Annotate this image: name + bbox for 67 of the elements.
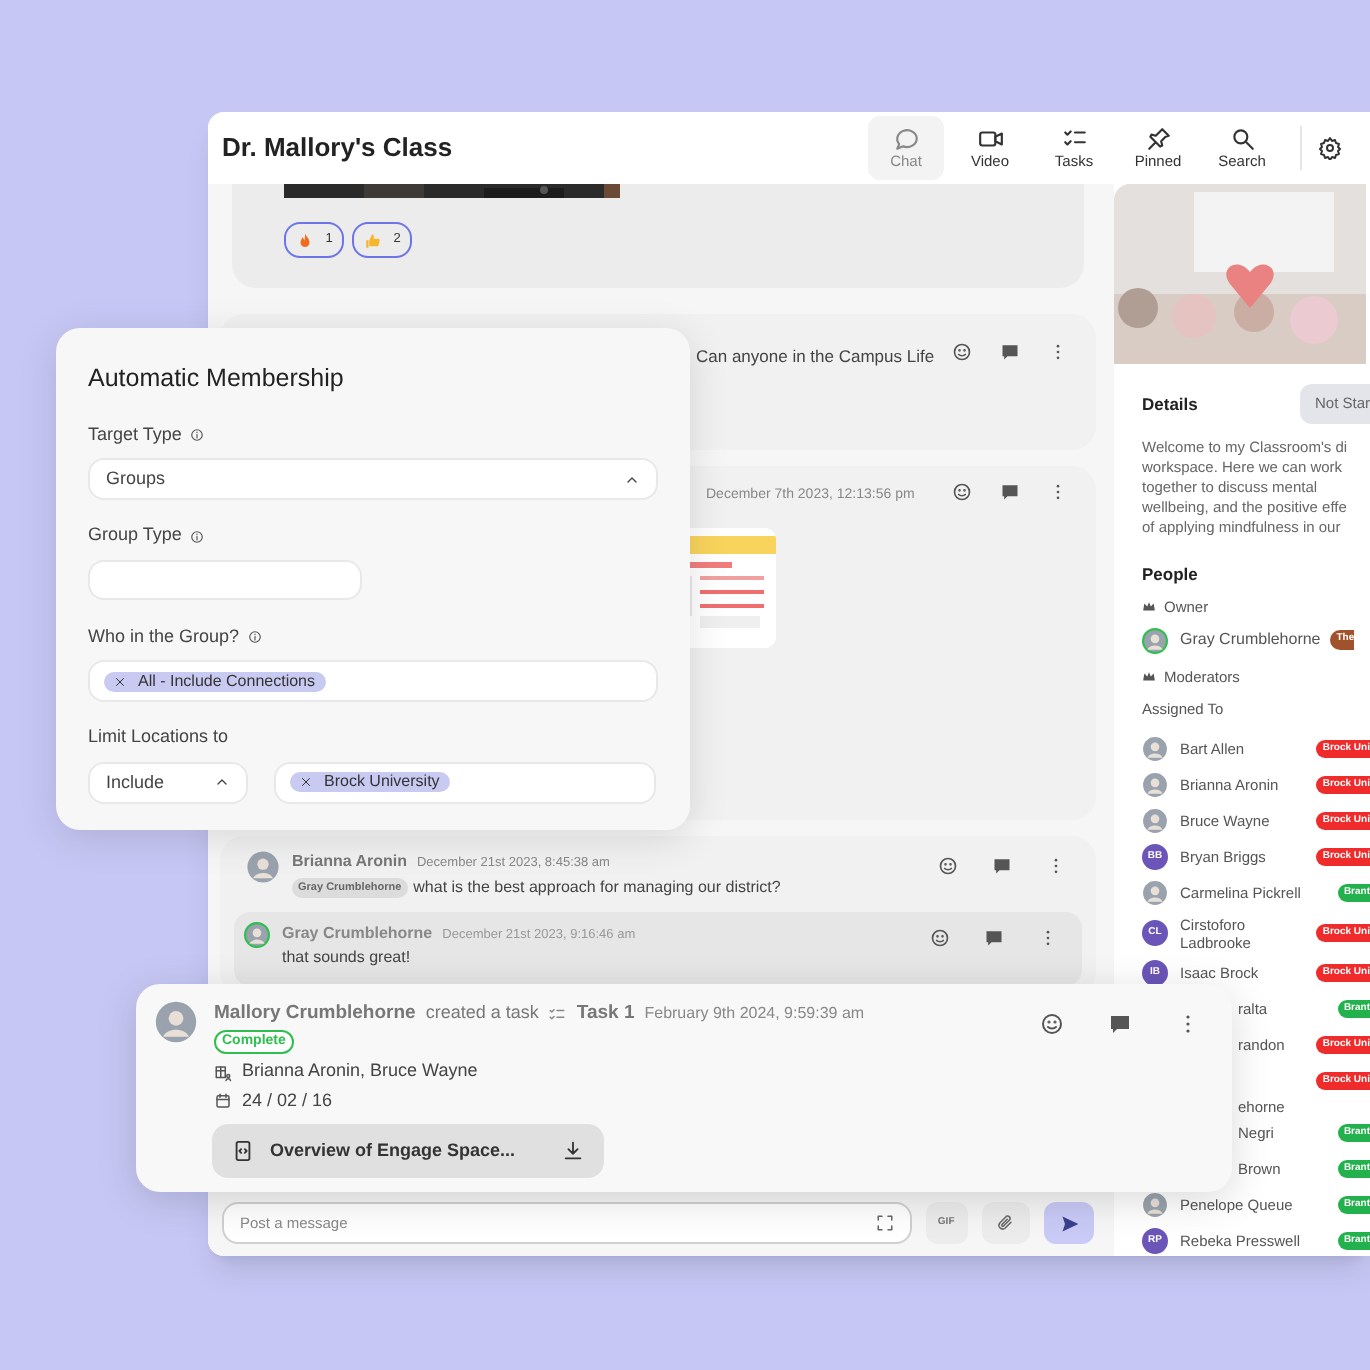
crown-icon xyxy=(1142,670,1156,685)
section-heading: People xyxy=(1142,562,1200,588)
video-icon xyxy=(977,126,1003,153)
avatar xyxy=(154,1000,198,1044)
author-name: Mallory Crumblehorne xyxy=(214,1000,416,1028)
people-icon xyxy=(214,1063,232,1081)
avatar xyxy=(1142,1192,1168,1218)
task-name: Task 1 xyxy=(576,1000,635,1028)
select-field[interactable]: Include xyxy=(88,761,248,804)
selected-tag[interactable]: All - Include Connections xyxy=(104,671,325,692)
assignee-list: Brianna Aronin, Bruce Wayne xyxy=(242,1058,478,1086)
send-button[interactable] xyxy=(1044,1202,1094,1244)
avatar xyxy=(1142,627,1168,653)
thumbs-up-icon xyxy=(363,231,382,249)
settings-icon[interactable] xyxy=(1318,136,1342,160)
field-label: Limit Locations to xyxy=(88,724,229,751)
comment-icon[interactable] xyxy=(984,928,1004,948)
emoji-icon[interactable] xyxy=(952,342,972,362)
remove-icon xyxy=(300,776,312,789)
comment-icon[interactable] xyxy=(1000,342,1020,362)
section-heading: Details xyxy=(1142,391,1198,417)
flame-icon xyxy=(295,231,314,249)
download-icon xyxy=(562,1140,584,1163)
avatar xyxy=(1142,880,1168,906)
expand-icon xyxy=(875,1214,894,1232)
comment-icon[interactable] xyxy=(1108,1012,1132,1036)
avatar xyxy=(246,850,280,884)
remove-icon xyxy=(114,675,126,688)
field-label: Group Type xyxy=(88,522,182,549)
comment-icon[interactable] xyxy=(992,856,1012,876)
author-name: Brianna Aronin xyxy=(292,850,407,874)
dialog-title: Automatic Membership xyxy=(88,362,346,396)
message-text: what is the best approach for managing our district? xyxy=(413,876,781,900)
emoji-icon[interactable] xyxy=(952,482,972,502)
tag-field[interactable]: All - Include Connections xyxy=(88,660,658,703)
window-title: Dr. Mallory's Class xyxy=(222,130,453,167)
field-label: Who in the Group? xyxy=(88,623,240,650)
author-name: Gray Crumblehorne xyxy=(282,922,433,946)
checklist-icon xyxy=(548,1005,567,1024)
crown-icon xyxy=(1142,599,1156,614)
search-icon xyxy=(1229,126,1255,153)
attach-button[interactable] xyxy=(981,1202,1031,1244)
chat-icon xyxy=(893,126,919,153)
file-button[interactable]: Overview of Engage Space... xyxy=(212,1124,604,1179)
calendar-icon xyxy=(214,1092,232,1110)
code-file-icon xyxy=(232,1140,254,1163)
message-text: that sounds great! xyxy=(282,946,413,970)
avatar xyxy=(244,922,270,948)
emoji-icon[interactable] xyxy=(1040,1012,1064,1036)
tag-field[interactable]: Brock University xyxy=(274,761,656,804)
select-field[interactable]: Groups xyxy=(88,458,658,501)
message-time: February 9th 2024, 9:59:39 am xyxy=(644,1002,865,1027)
emoji-icon[interactable] xyxy=(930,928,950,948)
paperclip-icon xyxy=(996,1214,1015,1232)
pin-icon xyxy=(1145,126,1171,153)
comment-icon[interactable] xyxy=(1000,482,1020,502)
avatar xyxy=(1142,772,1168,798)
emoji-icon[interactable] xyxy=(938,856,958,876)
avatar xyxy=(1142,736,1168,762)
field-label: Target Type xyxy=(88,421,182,448)
send-icon xyxy=(1059,1213,1080,1233)
due-date: 24 / 02 / 16 xyxy=(242,1087,333,1114)
avatar xyxy=(1142,808,1168,834)
selected-tag[interactable]: Brock University xyxy=(290,772,450,793)
person-name: Gray Crumblehorne xyxy=(1180,628,1321,652)
message-text: Can anyone in the Campus Life xyxy=(696,344,935,370)
action-text: created a task xyxy=(425,1000,539,1027)
